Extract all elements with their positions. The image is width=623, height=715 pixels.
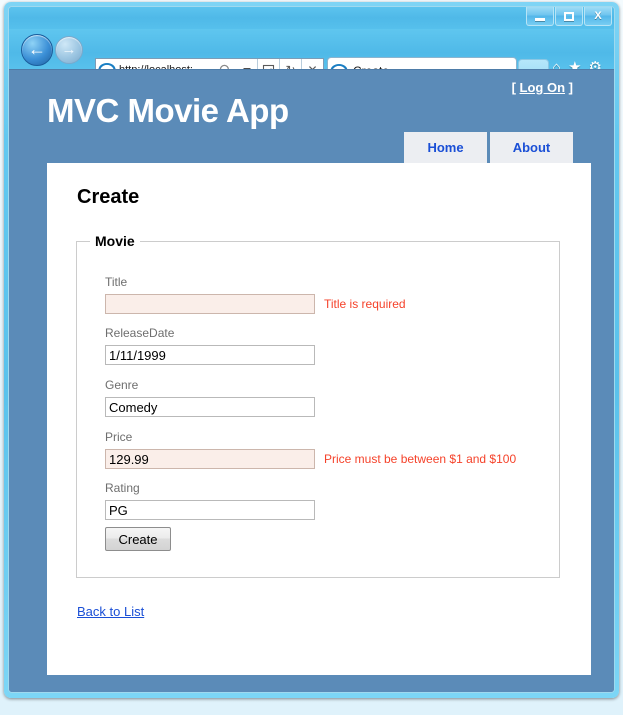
back-arrow-icon: ← — [28, 39, 46, 59]
field-row-genre — [105, 397, 324, 417]
web-page: [ Log On ] MVC Movie App Home About Crea… — [9, 69, 614, 692]
close-icon: X — [594, 9, 602, 22]
field-label-rating: Rating — [105, 481, 140, 495]
maximize-button[interactable] — [555, 7, 583, 26]
maximize-icon — [564, 11, 574, 21]
minimize-button[interactable] — [526, 7, 554, 26]
logon-area: [ Log On ] — [512, 80, 573, 95]
fieldset-legend: Movie — [95, 233, 135, 249]
main-navigation: Home About — [404, 132, 573, 163]
movie-fieldset: Movie Title Title is required ReleaseDat… — [76, 233, 560, 578]
field-label-genre: Genre — [105, 378, 139, 392]
rating-input[interactable] — [105, 500, 315, 520]
title-bar: X — [9, 7, 614, 29]
page-content: Create Movie Title Title is required Rel… — [47, 163, 591, 675]
release-date-input[interactable] — [105, 345, 315, 365]
browser-window: X ← → ⌂ ★ ⚙ [Log On] MVC Movie App Hom… — [0, 0, 623, 715]
nav-item-home[interactable]: Home — [404, 132, 487, 163]
logon-close-bracket: ] — [568, 80, 573, 95]
field-genre: Genre — [105, 378, 324, 417]
back-to-list-link[interactable]: Back to List — [77, 604, 144, 619]
window-frame-inner: X ← → ⌂ ★ ⚙ [Log On] MVC Movie App Hom… — [8, 6, 615, 693]
field-label-title: Title — [105, 275, 128, 289]
field-row-price: Price must be between $1 and $100 — [105, 449, 516, 469]
field-row-title: Title is required — [105, 294, 406, 314]
forward-arrow-icon: → — [61, 40, 77, 58]
field-row-rating — [105, 500, 324, 520]
field-label-price: Price — [105, 430, 133, 444]
window-controls: X — [526, 7, 612, 26]
close-button[interactable]: X — [584, 7, 612, 26]
field-rating: Rating — [105, 481, 324, 520]
logon-open-bracket: [ — [511, 80, 516, 95]
create-submit-button[interactable]: Create — [105, 527, 171, 551]
field-price: Price Price must be between $1 and $100 — [105, 430, 516, 469]
field-row-release-date — [105, 345, 324, 365]
window-frame: X ← → ⌂ ★ ⚙ [Log On] MVC Movie App Hom… — [4, 2, 619, 698]
validation-message-price: Price must be between $1 and $100 — [324, 452, 517, 466]
price-input[interactable] — [105, 449, 315, 469]
back-button[interactable]: ← — [21, 34, 53, 66]
logon-link[interactable]: Log On — [520, 80, 566, 95]
forward-button[interactable]: → — [55, 36, 83, 64]
validation-message-title: Title is required — [324, 297, 406, 311]
field-release-date: ReleaseDate — [105, 326, 324, 365]
browser-toolbar: ← → http://localhost: — [9, 29, 614, 84]
nav-item-about[interactable]: About — [490, 132, 573, 163]
site-title: MVC Movie App — [47, 92, 289, 129]
minimize-icon — [535, 17, 545, 21]
field-label-release-date: ReleaseDate — [105, 326, 175, 340]
site-header: [ Log On ] MVC Movie App Home About — [9, 70, 614, 163]
genre-input[interactable] — [105, 397, 315, 417]
field-title: Title Title is required — [105, 275, 406, 314]
title-input[interactable] — [105, 294, 315, 314]
page-title: Create — [77, 186, 140, 208]
